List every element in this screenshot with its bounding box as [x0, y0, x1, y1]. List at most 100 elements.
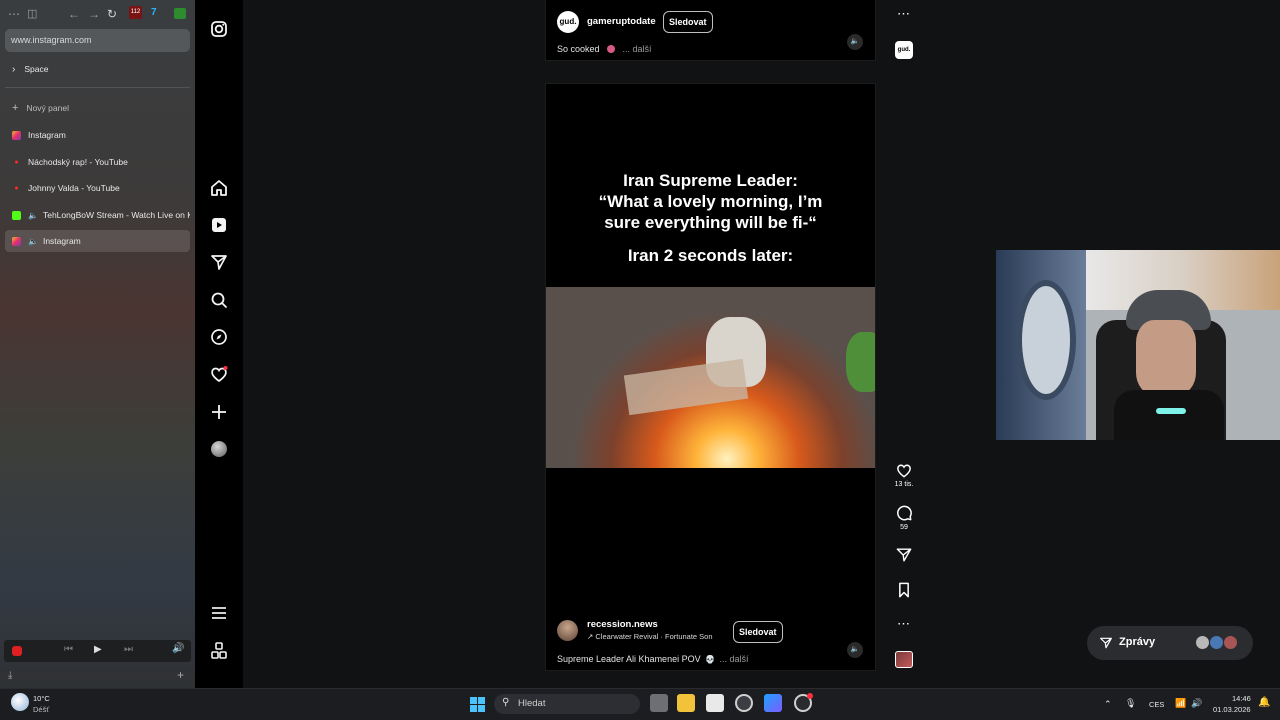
instagram-icon	[12, 130, 21, 140]
more-options-icon[interactable]: ⋯	[897, 616, 910, 632]
like-heart-icon[interactable]	[894, 460, 914, 480]
avatar	[1195, 635, 1210, 650]
follow-button[interactable]: Sledovat	[663, 11, 713, 33]
overlay-line: Iran Supreme Leader:	[623, 171, 798, 190]
youtube-icon: ●	[14, 158, 19, 166]
also-from-meta-icon[interactable]	[207, 639, 231, 663]
microsoft-store-icon[interactable]	[706, 694, 724, 712]
windows-start-icon[interactable]	[470, 697, 486, 713]
mute-icon[interactable]: 🔈	[847, 642, 863, 658]
audio-thumbnail[interactable]	[895, 651, 913, 668]
search-placeholder: Hledat	[518, 698, 546, 709]
speaker-icon[interactable]: 🔈	[28, 237, 38, 246]
tab-youtube-nachodsky[interactable]: ● Náchodský rap! - YouTube	[5, 151, 190, 173]
reels-icon[interactable]	[207, 213, 231, 237]
previous-icon[interactable]: ⏮	[64, 644, 73, 655]
avatar[interactable]	[557, 620, 578, 641]
tab-title: Náchodský rap! - YouTube	[28, 157, 128, 167]
app-w-icon[interactable]	[764, 694, 782, 712]
options-dots-icon[interactable]: ⋯	[897, 6, 910, 22]
weather-temp[interactable]: 10°C	[33, 694, 50, 703]
instagram-logo-icon[interactable]	[207, 17, 231, 41]
audio-thumbnail[interactable]: gud.	[895, 41, 913, 59]
clock-date[interactable]: 01.03.2026	[1213, 705, 1251, 714]
search-icon[interactable]	[207, 288, 231, 312]
home-icon[interactable]	[207, 176, 231, 200]
reload-icon[interactable]: ↻	[107, 7, 117, 21]
sidebar-toggle-icon[interactable]: ◫	[27, 7, 37, 20]
avatar[interactable]: gud.	[557, 11, 579, 33]
volume-icon[interactable]: 🔊	[172, 643, 184, 654]
follow-button[interactable]: Sledovat	[733, 621, 783, 643]
speaker-icon[interactable]: 🔈	[28, 211, 38, 220]
reel-audio[interactable]: Clearwater Revival · Fortunate Son	[595, 632, 712, 641]
extension-badge-icon[interactable]: 112	[129, 6, 142, 19]
file-explorer-icon[interactable]	[677, 694, 695, 712]
next-icon[interactable]: ⏭	[124, 644, 133, 655]
tab-kick-stream[interactable]: 🔈 TehLongBoW Stream - Watch Live on Kick	[5, 204, 190, 226]
more-link[interactable]: ... další	[719, 654, 748, 664]
windows-taskbar: 10°C Déšť	[0, 688, 1280, 720]
reel-video-frame[interactable]	[546, 287, 875, 468]
notifications-bell-icon[interactable]: 🔔	[1258, 697, 1270, 708]
hamburger-menu-icon[interactable]	[207, 601, 231, 625]
share-icon[interactable]	[894, 545, 914, 565]
avatar	[1209, 635, 1224, 650]
reel-username[interactable]: recession.news	[587, 619, 658, 630]
play-icon[interactable]: ▶	[94, 644, 102, 655]
tab-youtube-valda[interactable]: ● Johnny Valda - YouTube	[5, 177, 190, 199]
weather-rain-icon[interactable]	[11, 693, 29, 711]
tab-instagram-active[interactable]: 🔈 Instagram	[5, 230, 190, 252]
download-icon[interactable]: ⤓	[8, 670, 12, 681]
tray-chevron-icon[interactable]: ⌃	[1104, 699, 1112, 710]
avatar	[1223, 635, 1238, 650]
taskbar-search[interactable]: ⚲ Hledat	[494, 694, 640, 714]
webcam-overlay	[996, 250, 1280, 440]
browser-sidebar: ⋯ ◫ ← → ↻ 112 7 www.instagram.com › Spac…	[0, 0, 195, 688]
task-view-icon[interactable]	[650, 694, 668, 712]
space-item[interactable]: › Space	[5, 58, 190, 80]
add-icon[interactable]: +	[177, 668, 184, 682]
overlay-line: “What a lovely morning, I’m	[598, 192, 823, 211]
microphone-icon[interactable]: 🎙	[1125, 698, 1136, 709]
overlay-line: sure everything will be fi-“	[604, 213, 817, 232]
forward-icon[interactable]: →	[88, 7, 100, 21]
create-plus-icon[interactable]	[207, 400, 231, 424]
more-link[interactable]: ... další	[622, 44, 651, 54]
comment-icon[interactable]	[894, 503, 914, 523]
media-player: ⏮ ▶ ⏭ 🔊	[4, 640, 191, 662]
back-icon[interactable]: ←	[68, 7, 80, 21]
extension-7tv-icon[interactable]: 7	[151, 7, 157, 18]
new-panel-button[interactable]: + Nový panel	[5, 97, 190, 119]
video-person	[846, 332, 875, 392]
weather-desc: Déšť	[33, 705, 50, 714]
app-circle-icon[interactable]	[794, 693, 813, 712]
reel-username[interactable]: gameruptodate	[587, 16, 656, 27]
current-reel-card[interactable]: Iran Supreme Leader: “What a lovely morn…	[545, 83, 876, 671]
tab-title: Instagram	[28, 130, 66, 140]
volume-icon[interactable]: 🔊	[1191, 698, 1202, 709]
video-couch	[623, 358, 749, 416]
search-icon: ⚲	[502, 697, 510, 708]
notifications-heart-icon[interactable]	[207, 362, 231, 386]
youtube-icon	[12, 646, 22, 656]
browser-icon[interactable]	[735, 694, 753, 712]
wifi-icon[interactable]: 📶	[1175, 698, 1186, 709]
tab-title: Johnny Valda - YouTube	[28, 183, 120, 193]
instagram-icon	[12, 236, 21, 246]
space-label: Space	[24, 64, 49, 74]
explore-icon[interactable]	[207, 325, 231, 349]
messages-button[interactable]: Zprávy	[1087, 626, 1253, 660]
chevron-right-icon: ›	[12, 63, 16, 75]
clock-time[interactable]: 14:46	[1232, 694, 1251, 703]
tab-instagram-1[interactable]: Instagram	[5, 124, 190, 146]
url-bar[interactable]: www.instagram.com	[5, 29, 190, 52]
profile-avatar[interactable]	[211, 441, 227, 457]
language-indicator[interactable]: CES	[1149, 700, 1164, 709]
headset-light	[1156, 408, 1186, 414]
save-bookmark-icon[interactable]	[894, 580, 914, 600]
extension-green-icon[interactable]	[174, 8, 186, 19]
mute-icon[interactable]: 🔈	[847, 34, 863, 50]
menu-dots-icon[interactable]: ⋯	[8, 7, 20, 21]
direct-send-icon[interactable]	[207, 250, 231, 274]
